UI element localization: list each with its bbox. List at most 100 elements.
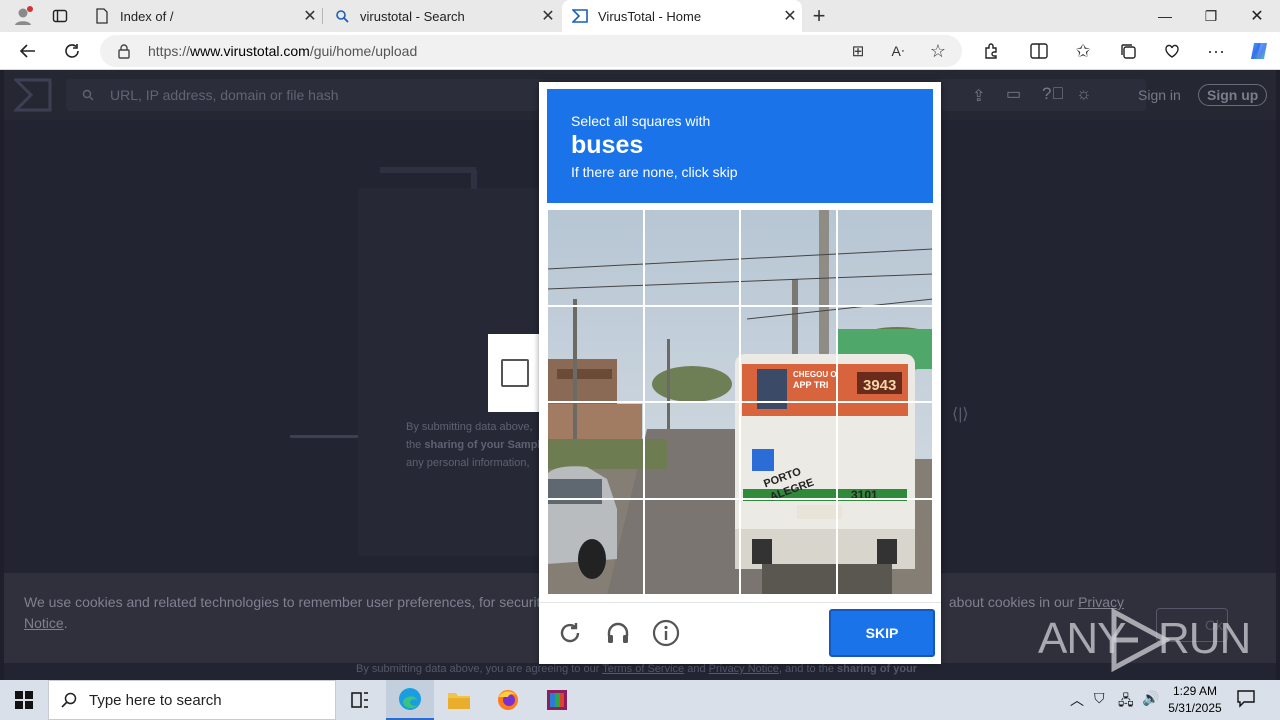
notifications-icon[interactable]: ▭	[1006, 84, 1021, 104]
tab-virustotal-home[interactable]: VirusTotal - Home ✕	[562, 0, 802, 32]
tab-label: virustotal - Search	[360, 8, 465, 24]
help-icon[interactable]: ?⃝	[1042, 84, 1064, 104]
cookie-period: .	[63, 615, 68, 631]
taskbar-search-placeholder: Type here to search	[89, 691, 222, 709]
document-icon	[94, 8, 110, 24]
notifications-icon[interactable]	[1236, 688, 1258, 710]
captcha-checkbox-widget[interactable]	[488, 334, 542, 412]
virustotal-logo-icon	[572, 8, 588, 24]
favorites-icon[interactable]: ✩	[1067, 35, 1099, 67]
system-clock[interactable]: 1:29 AM 5/31/2025	[1160, 683, 1230, 717]
info-icon[interactable]	[651, 618, 681, 648]
url-host: www.virustotal.com	[190, 43, 310, 59]
captcha-tile[interactable]	[547, 305, 644, 402]
winrar-icon[interactable]	[533, 680, 581, 720]
file-explorer-icon[interactable]	[435, 680, 483, 720]
minimize-icon[interactable]: —	[1142, 0, 1188, 32]
search-icon	[334, 8, 350, 24]
windows-start-icon[interactable]	[0, 680, 48, 720]
code-icon[interactable]: ⟨|⟩	[952, 404, 974, 424]
captcha-image-grid: 3943 CHEGOU O APP TRI PORTO ALEGRE 3101	[547, 209, 933, 595]
captcha-tile[interactable]	[547, 498, 644, 595]
captcha-target: buses	[571, 131, 644, 159]
captcha-tile[interactable]	[643, 498, 740, 595]
card-text-line: any personal information,	[406, 457, 530, 469]
collections-icon[interactable]	[1112, 35, 1144, 67]
read-aloud-icon[interactable]: Aᐧ	[882, 35, 914, 67]
captcha-header: Select all squares with buses If there a…	[547, 89, 933, 203]
captcha-tile[interactable]	[836, 209, 933, 306]
show-hidden-icons-icon[interactable]: ︿	[1070, 690, 1084, 710]
captcha-tile[interactable]	[836, 305, 933, 402]
refresh-icon[interactable]	[56, 35, 88, 67]
captcha-tile[interactable]	[740, 402, 837, 499]
back-icon[interactable]	[12, 35, 44, 67]
anyrun-text: RUN	[1158, 614, 1251, 663]
captcha-tile[interactable]	[740, 209, 837, 306]
notice-link[interactable]: Notice	[24, 615, 64, 631]
captcha-checkbox[interactable]	[501, 359, 529, 387]
task-view-icon[interactable]	[336, 680, 384, 720]
profile-avatar-icon[interactable]	[10, 4, 36, 28]
bottom-text: and	[684, 663, 709, 675]
card-text-bold: sharing of your Sampl	[424, 439, 541, 451]
edge-taskbar-icon[interactable]	[386, 680, 434, 720]
app-available-icon[interactable]: ⊞	[842, 35, 874, 67]
favorite-star-icon[interactable]: ☆	[922, 35, 954, 67]
card-terms-text: By submitting data above, the sharing of…	[406, 418, 556, 472]
anyrun-watermark: ANY RUN	[1036, 606, 1251, 674]
skip-button[interactable]: SKIP	[829, 609, 935, 657]
terms-link[interactable]: Terms of Service	[602, 663, 684, 675]
cookie-text-line: We use cookies and related technologies …	[24, 594, 566, 610]
clock-time: 1:29 AM	[1172, 684, 1218, 698]
captcha-tile[interactable]	[836, 498, 933, 595]
captcha-tile[interactable]	[547, 402, 644, 499]
firefox-icon[interactable]	[484, 680, 532, 720]
lock-icon[interactable]	[100, 43, 148, 59]
captcha-instruction: Select all squares with	[571, 113, 711, 129]
close-tab-icon[interactable]: ✕	[778, 6, 802, 26]
tab-virustotal-search[interactable]: virustotal - Search ✕	[324, 0, 560, 32]
captcha-tile[interactable]	[547, 209, 644, 306]
captcha-tile[interactable]	[740, 498, 837, 595]
tab-label: Index of /	[120, 8, 174, 24]
virustotal-logo-icon[interactable]	[12, 78, 52, 112]
bottom-terms-text: By submitting data above, you are agreei…	[356, 663, 956, 677]
sign-up-button[interactable]: Sign up	[1198, 84, 1268, 106]
reload-icon[interactable]	[555, 618, 585, 648]
close-tab-icon[interactable]: ✕	[298, 6, 322, 26]
captcha-tile[interactable]	[643, 209, 740, 306]
restore-icon[interactable]: ❐	[1188, 0, 1234, 32]
defender-icon[interactable]: ⛉	[1094, 690, 1105, 707]
sign-in-link[interactable]: Sign in	[1138, 87, 1181, 103]
network-icon[interactable]: 🖧	[1118, 690, 1134, 714]
audio-challenge-icon[interactable]	[603, 618, 633, 648]
split-screen-icon[interactable]	[1023, 35, 1055, 67]
url-bar[interactable]: https://www.virustotal.com/gui/home/uplo…	[100, 35, 962, 67]
extensions-icon[interactable]	[975, 35, 1007, 67]
tab-actions-icon[interactable]	[48, 4, 72, 28]
browser-essentials-icon[interactable]	[1156, 35, 1188, 67]
captcha-tile[interactable]	[836, 402, 933, 499]
taskbar-search-box[interactable]: Type here to search	[48, 680, 336, 720]
tab-index-of[interactable]: Index of / ✕	[84, 0, 322, 32]
new-tab-icon[interactable]: +	[806, 3, 832, 28]
captcha-tile[interactable]	[740, 305, 837, 402]
close-window-icon[interactable]: ✕	[1234, 0, 1280, 32]
volume-icon[interactable]: 🔊	[1142, 690, 1159, 707]
settings-more-icon[interactable]: ···	[1200, 35, 1232, 67]
theme-toggle-icon[interactable]: ☼	[1076, 84, 1092, 104]
card-text-line: the	[406, 439, 425, 451]
privacy-notice-link[interactable]: Privacy Notice	[709, 663, 779, 675]
close-tab-icon[interactable]: ✕	[536, 6, 560, 26]
progress-line	[290, 435, 358, 438]
upload-icon[interactable]: ⇪	[972, 86, 985, 106]
captcha-tile[interactable]	[643, 402, 740, 499]
search-placeholder: URL, IP address, domain or file hash	[110, 87, 339, 103]
copilot-icon[interactable]	[1243, 35, 1275, 67]
virustotal-watermark-icon	[378, 167, 478, 190]
captcha-tile[interactable]	[643, 305, 740, 402]
captcha-hint: If there are none, click skip	[571, 164, 738, 180]
tab-label: VirusTotal - Home	[598, 8, 702, 24]
card-text-line: By submitting data above,	[406, 421, 533, 433]
